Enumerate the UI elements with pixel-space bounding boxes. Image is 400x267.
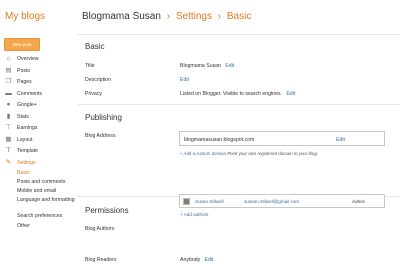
google-plus-icon: ● bbox=[6, 101, 11, 108]
sidebar-item-label: Overview bbox=[17, 56, 39, 62]
breadcrumb-basic: Basic bbox=[226, 11, 252, 22]
blog-address-value: blogmamasusan.blogspot.com bbox=[184, 136, 255, 143]
basic-section: Basic Title Blogmama Susan Edit Descript… bbox=[78, 34, 400, 104]
breadcrumb: Blogmama Susan › Settings › Basic bbox=[82, 11, 251, 22]
new-post-button[interactable]: New post bbox=[4, 38, 40, 51]
sidebar-subitem-other[interactable]: Other bbox=[0, 221, 78, 230]
breadcrumb-separator: › bbox=[166, 11, 171, 22]
add-custom-domain-link[interactable]: + Add a custom domain bbox=[180, 151, 226, 156]
sidebar-subitem-basic[interactable]: Basic bbox=[0, 168, 78, 177]
custom-domain-row: + Add a custom domain Point your own reg… bbox=[180, 151, 318, 156]
basic-heading: Basic bbox=[85, 42, 105, 51]
sidebar-item-layout[interactable]: ▦ Layout bbox=[0, 134, 78, 146]
description-edit-link[interactable]: Edit bbox=[180, 77, 189, 83]
blog-address-label: Blog Address bbox=[85, 133, 116, 139]
blog-address-edit-link[interactable]: Edit bbox=[336, 137, 345, 143]
avatar bbox=[183, 198, 190, 205]
sidebar-item-overview[interactable]: ⌂ Overview bbox=[0, 53, 78, 65]
posts-icon: ▤ bbox=[5, 66, 12, 74]
breadcrumb-separator: › bbox=[217, 11, 222, 22]
wrench-icon: ✎ bbox=[5, 158, 12, 166]
privacy-edit-link[interactable]: Edit bbox=[286, 91, 295, 97]
title-value: Blogmama Susan bbox=[180, 63, 221, 69]
stats-icon: ▮ bbox=[6, 112, 11, 120]
sidebar-item-label: Stats bbox=[17, 113, 29, 120]
sidebar-subitem-mobile-and-email[interactable]: Mobile and email bbox=[0, 187, 78, 196]
earnings-icon: ⊤ bbox=[5, 124, 12, 131]
blog-address-box: blogmamasusan.blogspot.com Edit bbox=[179, 131, 385, 146]
sidebar-subitem-language-and-formatting[interactable]: Language and formatting bbox=[0, 196, 78, 212]
sidebar-item-stats[interactable]: ▮ Stats bbox=[0, 111, 78, 123]
title-label: Title bbox=[85, 63, 95, 69]
sidebar-item-pages[interactable]: ❐ Pages bbox=[0, 76, 78, 88]
sidebar-item-label: Posts bbox=[17, 67, 30, 74]
settings-main: Basic Title Blogmama Susan Edit Descript… bbox=[78, 30, 400, 267]
readers-value: Anybody bbox=[180, 257, 201, 263]
blog-readers-row: Anybody Edit bbox=[180, 257, 213, 263]
sidebar-subitem-search-preferences[interactable]: Search preferences bbox=[0, 212, 78, 221]
sidebar-item-label: Comments bbox=[17, 90, 43, 97]
pages-icon: ❐ bbox=[5, 78, 12, 85]
author-row: Susan Stilwell susann.stilwell@gmail.com… bbox=[179, 194, 385, 208]
permissions-heading: Permissions bbox=[85, 206, 129, 215]
custom-domain-note: Point your own registered domain to your… bbox=[227, 151, 319, 156]
my-blogs-link[interactable]: My blogs bbox=[5, 11, 45, 22]
add-authors-link[interactable]: + Add authors bbox=[180, 212, 208, 217]
sidebar-item-comments[interactable]: ▬ Comments bbox=[0, 88, 78, 100]
comments-icon: ▬ bbox=[5, 89, 12, 97]
sidebar-item-label: Google+ bbox=[17, 102, 37, 108]
sidebar-item-label: Settings bbox=[17, 159, 36, 166]
description-row: Edit bbox=[180, 77, 189, 83]
title-edit-link[interactable]: Edit bbox=[225, 63, 234, 69]
blog-readers-label: Blog Readers bbox=[85, 257, 117, 263]
blog-authors-label: Blog Authors bbox=[85, 226, 115, 232]
privacy-row: Listed on Blogger. Visible to search eng… bbox=[180, 91, 295, 97]
sidebar-item-posts[interactable]: ▤ Posts bbox=[0, 65, 78, 77]
sidebar-item-google-plus[interactable]: ● Google+ bbox=[0, 99, 78, 111]
author-name-link[interactable]: Susan Stilwell bbox=[195, 199, 224, 204]
publishing-section: Publishing Blog Address bbox=[78, 104, 400, 196]
sidebar-item-settings[interactable]: ✎ Settings bbox=[0, 157, 78, 169]
sidebar-item-earnings[interactable]: ⊤ Earnings bbox=[0, 122, 78, 134]
privacy-label: Privacy bbox=[85, 91, 103, 97]
template-icon: T bbox=[6, 147, 11, 154]
sidebar-item-template[interactable]: T Template bbox=[0, 145, 78, 157]
description-label: Description bbox=[85, 77, 111, 83]
home-icon: ⌂ bbox=[6, 55, 11, 62]
layout-icon: ▦ bbox=[5, 135, 12, 143]
author-role: Admin bbox=[352, 199, 366, 204]
readers-edit-link[interactable]: Edit bbox=[205, 257, 214, 263]
sidebar-item-label: Template bbox=[17, 148, 39, 154]
sidebar-item-label: Layout bbox=[17, 136, 33, 143]
sidebar-item-label: Pages bbox=[17, 79, 32, 85]
breadcrumb-settings[interactable]: Settings bbox=[176, 11, 212, 22]
top-bar: My blogs Blogmama Susan › Settings › Bas… bbox=[0, 0, 400, 30]
publishing-heading: Publishing bbox=[85, 113, 122, 122]
sidebar: ⌂ Overview ▤ Posts ❐ Pages ▬ Comments ● … bbox=[0, 53, 78, 230]
sidebar-subitem-posts-and-comments[interactable]: Posts and comments bbox=[0, 177, 78, 186]
sidebar-item-label: Earnings bbox=[17, 125, 38, 131]
author-email-link[interactable]: susann.stilwell@gmail.com bbox=[244, 199, 299, 204]
privacy-value: Listed on Blogger. Visible to search eng… bbox=[180, 91, 282, 97]
blog-name[interactable]: Blogmama Susan bbox=[82, 11, 161, 22]
title-row: Blogmama Susan Edit bbox=[180, 63, 234, 69]
